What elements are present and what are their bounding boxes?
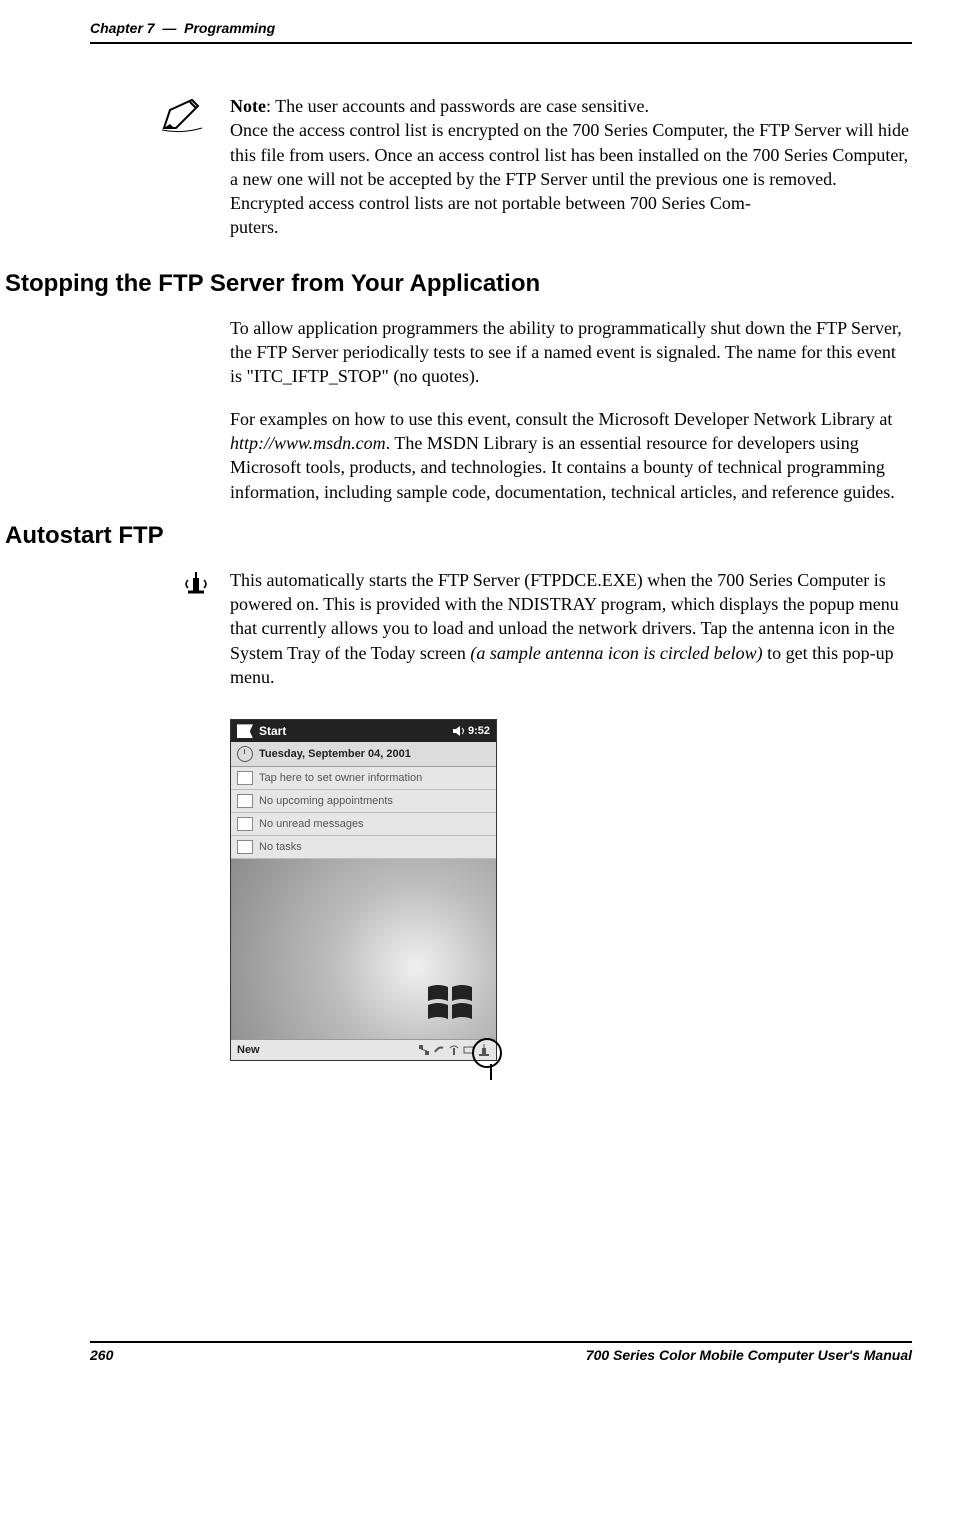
section1-p1: To allow application programmers the abi… bbox=[230, 316, 912, 389]
start-label[interactable]: Start bbox=[259, 724, 286, 738]
heading-stopping-ftp: Stopping the FTP Server from Your Applic… bbox=[5, 270, 912, 298]
msg-label: No unread messages bbox=[259, 818, 364, 830]
pda-titlebar[interactable]: Start 9:52 bbox=[231, 720, 496, 742]
note-label: Note bbox=[230, 96, 266, 116]
manual-title: 700 Series Color Mobile Computer User's … bbox=[586, 1347, 912, 1363]
time-label: 9:52 bbox=[468, 725, 490, 737]
page-footer: 260 700 Series Color Mobile Computer Use… bbox=[90, 1341, 912, 1363]
heading-autostart-ftp: Autostart FTP bbox=[5, 522, 912, 550]
pda-screenshot: Start 9:52 Tuesday, September 04, 2001 T… bbox=[230, 719, 912, 1061]
page-number: 260 bbox=[90, 1347, 113, 1363]
pda-date-row[interactable]: Tuesday, September 04, 2001 bbox=[231, 742, 496, 767]
appt-label: No upcoming appointments bbox=[259, 795, 393, 807]
section2-p1: This automatically starts the FTP Server… bbox=[230, 568, 912, 689]
tray-antenna-icon[interactable] bbox=[478, 1044, 490, 1056]
checkbox-icon bbox=[237, 840, 253, 854]
pda-msg-row[interactable]: No unread messages bbox=[231, 813, 496, 836]
note-text: Note: The user accounts and passwords ar… bbox=[230, 94, 912, 240]
speaker-icon bbox=[453, 726, 465, 736]
note-pencil-icon bbox=[160, 94, 230, 139]
msdn-url: http://www.msdn.com bbox=[230, 433, 386, 453]
envelope-icon bbox=[237, 817, 253, 831]
windows-logo-icon bbox=[424, 981, 476, 1025]
pda-bottom-bar[interactable]: New bbox=[231, 1039, 496, 1060]
start-flag-icon[interactable] bbox=[237, 724, 253, 738]
section2-p1ital: (a sample antenna icon is circled below) bbox=[470, 643, 762, 663]
tasks-label: No tasks bbox=[259, 841, 302, 853]
owner-icon bbox=[237, 771, 253, 785]
chapter-title: Programming bbox=[184, 20, 275, 36]
section1-p2a: For examples on how to use this event, c… bbox=[230, 409, 892, 429]
note-block: Note: The user accounts and passwords ar… bbox=[160, 94, 912, 240]
new-label[interactable]: New bbox=[237, 1044, 260, 1056]
clock-area[interactable]: 9:52 bbox=[453, 725, 490, 737]
tray-battery-icon[interactable] bbox=[463, 1044, 475, 1056]
annotation-tail bbox=[490, 1064, 492, 1080]
running-header: Chapter 7 — Programming bbox=[90, 20, 912, 44]
note-line3: Encrypted access control lists are not p… bbox=[230, 193, 751, 213]
pda-appt-row[interactable]: No upcoming appointments bbox=[231, 790, 496, 813]
tray-network-icon[interactable] bbox=[418, 1044, 430, 1056]
chapter-label: Chapter 7 bbox=[90, 20, 155, 36]
note-line2: Once the access control list is encrypte… bbox=[230, 120, 909, 189]
pda-tasks-row[interactable]: No tasks bbox=[231, 836, 496, 859]
owner-label: Tap here to set owner information bbox=[259, 772, 422, 784]
pda-wallpaper bbox=[231, 859, 496, 1039]
header-dash: — bbox=[162, 20, 176, 36]
clock-icon bbox=[237, 746, 253, 762]
tray-signal-icon[interactable] bbox=[448, 1044, 460, 1056]
calendar-icon bbox=[237, 794, 253, 808]
date-label: Tuesday, September 04, 2001 bbox=[259, 748, 411, 760]
antenna-icon bbox=[182, 568, 230, 601]
section1-p2: For examples on how to use this event, c… bbox=[230, 407, 912, 504]
note-line4: puters. bbox=[230, 217, 279, 237]
note-line1: : The user accounts and passwords are ca… bbox=[266, 96, 649, 116]
pda-owner-row[interactable]: Tap here to set owner information bbox=[231, 767, 496, 790]
tray-link-icon[interactable] bbox=[433, 1044, 445, 1056]
